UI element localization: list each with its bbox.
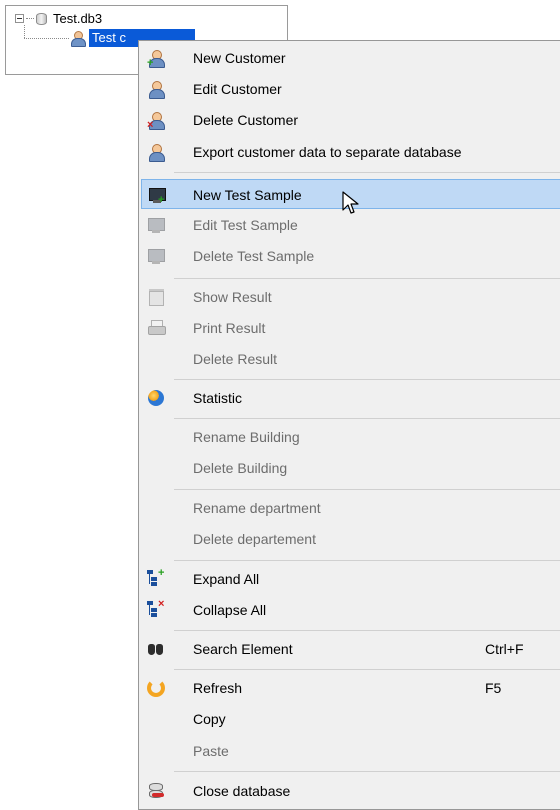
person-delete-icon: × — [147, 111, 165, 131]
tree-collapse-icon: × — [147, 599, 165, 618]
menu-item-collapse-all[interactable]: × Collapse All — [141, 595, 560, 625]
monitor-edit-icon — [147, 216, 165, 234]
menu-item-show-result[interactable]: Show Result — [141, 282, 560, 312]
menu-item-label: Copy — [193, 711, 226, 727]
menu-item-print-result[interactable]: Print Result — [141, 313, 560, 343]
mouse-pointer-icon — [342, 191, 359, 214]
menu-separator — [174, 418, 560, 419]
menu-item-delete-test-sample[interactable]: Delete Test Sample — [141, 241, 560, 271]
menu-item-shortcut: Ctrl+F — [485, 641, 524, 657]
customer-icon — [69, 30, 86, 47]
menu-item-shortcut: F5 — [485, 680, 502, 696]
menu-item-label: Collapse All — [193, 602, 267, 618]
menu-item-label: Delete Result — [193, 351, 278, 367]
menu-item-label: Close database — [193, 783, 291, 799]
menu-item-edit-customer[interactable]: Edit Customer — [141, 74, 560, 104]
menu-item-label: Rename department — [193, 500, 321, 516]
menu-item-copy[interactable]: Copy — [141, 704, 560, 734]
menu-item-rename-building[interactable]: Rename Building — [141, 422, 560, 452]
calendar-icon — [147, 288, 165, 306]
tree-connector — [26, 17, 34, 19]
menu-item-delete-building[interactable]: Delete Building — [141, 453, 560, 483]
menu-item-label: Show Result — [193, 289, 272, 305]
tree-node-label: Test.db3 — [53, 10, 103, 26]
menu-separator — [174, 669, 560, 670]
export-users-icon — [147, 143, 165, 162]
menu-item-export-customer-data[interactable]: Export customer data to separate databas… — [141, 137, 560, 167]
menu-item-delete-result[interactable]: Delete Result — [141, 344, 560, 374]
menu-item-label: Edit Customer — [193, 81, 282, 97]
person-add-icon: + — [147, 49, 165, 69]
menu-separator — [174, 630, 560, 631]
menu-separator — [174, 489, 560, 490]
binoculars-icon — [147, 641, 165, 657]
menu-item-new-customer[interactable]: + New Customer — [141, 43, 560, 73]
menu-item-label: Refresh — [193, 680, 243, 696]
menu-separator — [174, 278, 560, 279]
menu-item-label: Delete Customer — [193, 112, 299, 128]
menu-item-search-element[interactable]: Search Element Ctrl+F — [141, 634, 560, 664]
menu-item-label: Rename Building — [193, 429, 300, 445]
menu-item-delete-department[interactable]: Delete departement — [141, 524, 560, 554]
menu-item-statistic[interactable]: Statistic — [141, 383, 560, 413]
close-database-icon — [148, 781, 164, 801]
monitor-delete-icon — [147, 247, 165, 265]
menu-item-label: Delete departement — [193, 531, 316, 547]
menu-item-label: Delete Test Sample — [193, 248, 315, 264]
menu-item-label: Statistic — [193, 390, 243, 406]
monitor-add-icon: + — [148, 186, 166, 206]
menu-item-label: Print Result — [193, 320, 266, 336]
tree-node-root[interactable]: Test.db3 — [15, 9, 102, 27]
menu-item-refresh[interactable]: Refresh F5 — [141, 673, 560, 703]
menu-item-paste[interactable]: Paste — [141, 736, 560, 766]
statistic-icon — [148, 390, 164, 406]
menu-item-label: Search Element — [193, 641, 293, 657]
menu-item-label: New Test Sample — [193, 187, 302, 203]
menu-item-label: Export customer data to separate databas… — [193, 144, 462, 160]
tree-connector-horizontal — [24, 38, 69, 39]
menu-item-label: Edit Test Sample — [193, 217, 298, 233]
menu-item-label: Expand All — [193, 571, 260, 587]
menu-item-close-database[interactable]: Close database — [141, 776, 560, 806]
collapse-icon[interactable] — [15, 13, 24, 23]
menu-item-label: Delete Building — [193, 460, 288, 476]
menu-item-expand-all[interactable]: + Expand All — [141, 564, 560, 594]
database-icon — [36, 11, 47, 25]
refresh-icon — [147, 679, 165, 697]
menu-item-rename-department[interactable]: Rename department — [141, 493, 560, 523]
tree-connector-vertical — [24, 25, 25, 38]
tree-expand-icon: + — [147, 568, 165, 587]
person-icon — [147, 80, 165, 99]
menu-item-label: New Customer — [193, 50, 286, 66]
menu-item-delete-customer[interactable]: × Delete Customer — [141, 105, 560, 135]
menu-separator — [174, 771, 560, 772]
menu-item-label: Paste — [193, 743, 229, 759]
menu-separator — [174, 172, 560, 173]
menu-separator — [174, 560, 560, 561]
menu-separator — [174, 379, 560, 380]
context-menu: + New Customer Edit Customer × Delete Cu… — [138, 40, 560, 810]
printer-icon — [147, 319, 166, 337]
